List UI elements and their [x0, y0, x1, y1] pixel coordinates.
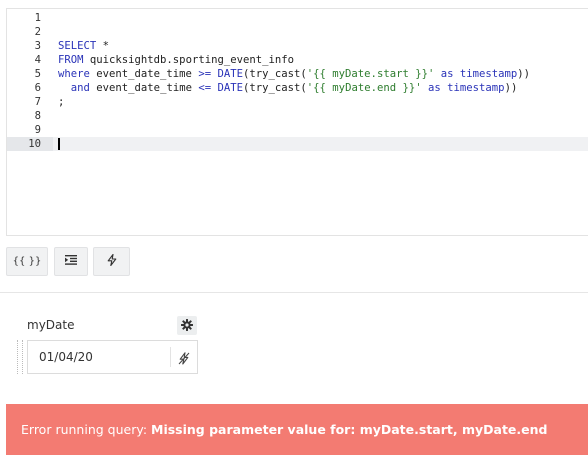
code-token: SELECT: [58, 40, 97, 52]
code-text: ;: [58, 95, 64, 109]
gear-icon: [181, 316, 193, 335]
code-token: ;: [58, 96, 65, 108]
editor-line[interactable]: 7;: [7, 95, 588, 109]
error-prefix: Error running query:: [21, 422, 152, 437]
line-number: 3: [34, 40, 41, 52]
editor-line[interactable]: 9: [7, 123, 588, 137]
line-number: 8: [34, 110, 41, 122]
code-token: as: [428, 82, 441, 94]
input-separator: [170, 347, 171, 367]
line-number: 10: [7, 137, 53, 151]
code-token: timestamp: [459, 68, 518, 80]
editor-line[interactable]: 1: [7, 11, 588, 25]
code-token: FROM: [58, 54, 84, 66]
code-token: event_date_time: [89, 68, 199, 80]
editor-line[interactable]: 8: [7, 109, 588, 123]
line-number: 5: [34, 68, 41, 80]
editor-line[interactable]: 3 SELECT *: [7, 39, 588, 53]
parameter-field: [27, 340, 198, 374]
code-token: and: [70, 82, 90, 94]
code-text: and event_date_time <= DATE(try_cast('{{…: [58, 81, 518, 95]
parameter-name: myDate: [27, 318, 75, 332]
line-number: 1: [34, 12, 41, 24]
insert-template-button[interactable]: {{ }}: [6, 247, 48, 276]
editor-line[interactable]: 4 FROM quicksightdb.sporting_event_info: [7, 53, 588, 67]
code-text: SELECT *: [58, 39, 109, 53]
code-token: (try_cast(: [243, 82, 307, 94]
code-token: *: [96, 40, 110, 52]
code-token: timestamp: [447, 82, 505, 94]
code-token: DATE: [217, 82, 244, 94]
editor-line[interactable]: 2: [7, 25, 588, 39]
code-text: FROM quicksightdb.sporting_event_info: [58, 53, 294, 67]
lightning-off-icon[interactable]: [175, 349, 193, 367]
line-number: 4: [34, 54, 41, 66]
line-number: 9: [34, 124, 41, 136]
format-indent-button[interactable]: [54, 247, 88, 276]
code-token: '{{ myDate.start }}': [306, 68, 435, 80]
line-number: 2: [34, 26, 41, 38]
code-token: <=: [198, 82, 212, 94]
code-token: quicksightdb.sporting_event_info: [83, 54, 294, 66]
code-token: )): [517, 68, 531, 80]
template-button-label: {{ }}: [12, 256, 42, 267]
line-number: 7: [34, 96, 41, 108]
lightning-icon: [107, 253, 117, 269]
text-cursor: [58, 138, 60, 150]
parameter-value-input[interactable]: [28, 341, 180, 373]
editor-line[interactable]: 10: [7, 137, 588, 151]
sql-editor[interactable]: 1 2 3 SELECT * 4 FROM quicksightdb.sporting_e…: [6, 8, 588, 236]
code-token: >=: [198, 68, 212, 80]
error-message: Missing parameter value for: myDate.star…: [151, 422, 548, 437]
code-token: '{{ myDate.end }}': [306, 82, 422, 94]
parameter-settings-button[interactable]: [177, 316, 197, 335]
code-token: event_date_time: [89, 82, 199, 94]
line-number: 6: [34, 82, 41, 94]
code-token: DATE: [217, 68, 243, 80]
error-banner: Error running query: Missing parameter v…: [6, 404, 588, 455]
code-token: )): [504, 82, 518, 94]
code-token: where: [58, 68, 90, 80]
code-token: as: [440, 68, 454, 80]
section-divider: [0, 292, 588, 293]
editor-line[interactable]: 5 where event_date_time >= DATE(try_cast(…: [7, 67, 588, 81]
code-token: (try_cast(: [243, 68, 307, 80]
indent-icon: [65, 255, 77, 268]
editor-line[interactable]: 6 and event_date_time <= DATE(try_cast('…: [7, 81, 588, 95]
code-text: where event_date_time >= DATE(try_cast('…: [58, 67, 530, 81]
run-query-button[interactable]: [93, 247, 130, 276]
parameter-drag-handle[interactable]: [17, 340, 23, 374]
